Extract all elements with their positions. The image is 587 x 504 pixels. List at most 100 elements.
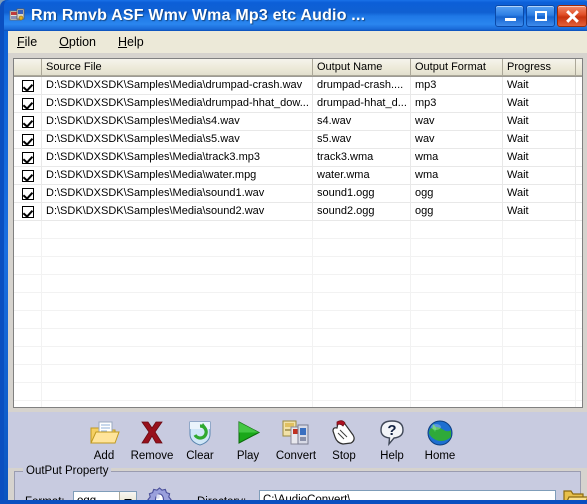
checkbox-checked-icon <box>21 98 34 110</box>
cell-spacer <box>576 77 582 95</box>
add-folder-icon <box>88 417 120 449</box>
empty-cell <box>14 275 42 293</box>
empty-cell <box>576 347 582 365</box>
column-header-source-file[interactable]: Source File <box>42 59 313 76</box>
empty-row <box>14 293 582 311</box>
stop-button[interactable]: Stop <box>320 412 368 462</box>
empty-cell <box>576 275 582 293</box>
home-button[interactable]: Home <box>416 412 464 462</box>
empty-row <box>14 257 582 275</box>
cell-source-file: D:\SDK\DXSDK\Samples\Media\drumpad-crash… <box>42 77 313 95</box>
column-header-progress[interactable]: Progress <box>503 59 576 76</box>
cell-progress: Wait <box>503 149 576 167</box>
empty-cell <box>14 329 42 347</box>
empty-cell <box>42 401 313 407</box>
empty-cell <box>576 311 582 329</box>
empty-cell <box>14 257 42 275</box>
svg-text:?: ? <box>387 422 396 439</box>
checkbox-checked-icon <box>21 116 34 128</box>
cell-spacer <box>576 203 582 221</box>
directory-input[interactable]: C:\AudioConvert\ <box>259 490 556 500</box>
column-header-check[interactable] <box>14 59 42 76</box>
add-button[interactable]: Add <box>80 412 128 462</box>
file-list[interactable]: Source File Output Name Output Format Pr… <box>13 58 583 408</box>
menu-item-help[interactable]: Help <box>118 35 144 49</box>
cell-source-file: D:\SDK\DXSDK\Samples\Media\s4.wav <box>42 113 313 131</box>
help-button-label: Help <box>380 450 404 462</box>
checkbox-checked-icon <box>21 206 34 218</box>
empty-cell <box>42 365 313 383</box>
table-row[interactable]: D:\SDK\DXSDK\Samples\Media\sound1.wav sou… <box>14 185 582 203</box>
column-header-spacer[interactable] <box>576 59 582 76</box>
output-property-title: OutPut Property <box>23 465 112 477</box>
cell-progress: Wait <box>503 167 576 185</box>
empty-cell <box>42 383 313 401</box>
home-globe-icon <box>424 417 456 449</box>
help-button[interactable]: ? Help <box>368 412 416 462</box>
browse-directory-button[interactable] <box>563 487 587 500</box>
empty-cell <box>503 329 576 347</box>
cell-source-file: D:\SDK\DXSDK\Samples\Media\sound1.wav <box>42 185 313 203</box>
column-header-output-name[interactable]: Output Name <box>313 59 411 76</box>
empty-cell <box>313 311 411 329</box>
play-button-label: Play <box>236 450 260 462</box>
row-checkbox[interactable] <box>14 185 42 203</box>
cell-output-format: mp3 <box>411 95 503 113</box>
empty-cell <box>411 275 503 293</box>
row-checkbox[interactable] <box>14 95 42 113</box>
table-row[interactable]: D:\SDK\DXSDK\Samples\Media\water.mpg wate… <box>14 167 582 185</box>
empty-cell <box>503 293 576 311</box>
menu-item-option[interactable]: Option <box>59 35 96 49</box>
stop-button-label: Stop <box>332 450 356 462</box>
table-row[interactable]: D:\SDK\DXSDK\Samples\Media\drumpad-crash… <box>14 77 582 95</box>
row-checkbox[interactable] <box>14 149 42 167</box>
empty-cell <box>411 257 503 275</box>
table-row[interactable]: D:\SDK\DXSDK\Samples\Media\s5.wav s5.wav w… <box>14 131 582 149</box>
row-checkbox[interactable] <box>14 167 42 185</box>
table-row[interactable]: D:\SDK\DXSDK\Samples\Media\s4.wav s4.wav w… <box>14 113 582 131</box>
empty-row <box>14 311 582 329</box>
empty-cell <box>313 257 411 275</box>
chevron-down-icon[interactable] <box>118 492 136 500</box>
empty-row <box>14 383 582 401</box>
row-checkbox[interactable] <box>14 131 42 149</box>
play-button[interactable]: Play <box>224 412 272 462</box>
maximize-button[interactable] <box>526 4 555 27</box>
settings-button[interactable] <box>146 487 173 500</box>
minimize-button[interactable] <box>495 4 524 27</box>
empty-cell <box>14 383 42 401</box>
clear-button[interactable]: Clear <box>176 412 224 462</box>
row-checkbox[interactable] <box>14 203 42 221</box>
convert-button-label: Convert <box>275 450 317 462</box>
menu-item-file[interactable]: File <box>17 35 37 49</box>
empty-cell <box>14 221 42 239</box>
column-header-output-format[interactable]: Output Format <box>411 59 503 76</box>
remove-button[interactable]: Remove <box>128 412 176 462</box>
empty-cell <box>503 383 576 401</box>
cell-output-format: wav <box>411 131 503 149</box>
row-checkbox[interactable] <box>14 77 42 95</box>
cell-output-format: mp3 <box>411 77 503 95</box>
checkbox-checked-icon <box>21 134 34 146</box>
cell-output-name: s5.wav <box>313 131 411 149</box>
directory-label: Directory: <box>197 496 246 500</box>
empty-row <box>14 347 582 365</box>
checkbox-checked-icon <box>21 188 34 200</box>
convert-button[interactable]: Convert <box>272 412 320 462</box>
table-row[interactable]: D:\SDK\DXSDK\Samples\Media\track3.mp3 tra… <box>14 149 582 167</box>
table-row[interactable]: D:\SDK\DXSDK\Samples\Media\sound2.wav sou… <box>14 203 582 221</box>
table-row[interactable]: D:\SDK\DXSDK\Samples\Media\drumpad-hhat_… <box>14 95 582 113</box>
remove-button-label: Remove <box>130 450 174 462</box>
row-checkbox[interactable] <box>14 113 42 131</box>
cell-progress: Wait <box>503 113 576 131</box>
empty-cell <box>42 347 313 365</box>
close-button[interactable] <box>557 4 587 27</box>
cell-output-name: track3.wma <box>313 149 411 167</box>
format-select[interactable]: ogg <box>73 491 137 500</box>
empty-cell <box>503 221 576 239</box>
convert-documents-icon <box>280 417 312 449</box>
empty-cell <box>313 221 411 239</box>
cell-spacer <box>576 149 582 167</box>
clear-refresh-icon <box>184 417 216 449</box>
empty-cell <box>313 329 411 347</box>
